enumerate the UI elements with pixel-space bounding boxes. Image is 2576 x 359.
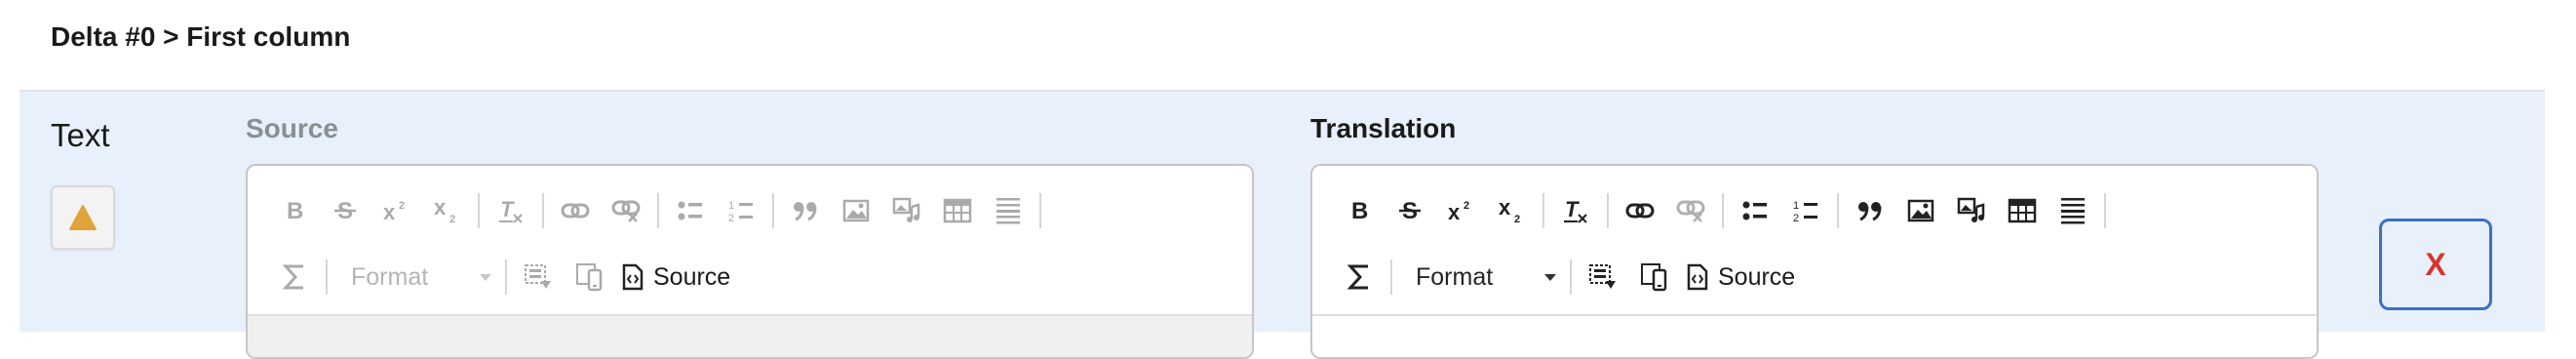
source-mode-button[interactable]: Source: [1679, 256, 1803, 299]
svg-text:2: 2: [1464, 200, 1469, 212]
source-icon: [622, 263, 644, 291]
source-mode-label: Source: [1718, 262, 1796, 291]
horizontal-rule-icon: [983, 185, 1034, 236]
svg-text:2: 2: [728, 213, 734, 224]
show-blocks-icon: [513, 252, 564, 302]
format-dropdown-label: Format: [351, 262, 429, 291]
svg-text:2: 2: [1514, 214, 1520, 224]
toolbar-separator: [1722, 193, 1724, 228]
table-icon[interactable]: [1997, 185, 2048, 236]
warning-button[interactable]: [51, 185, 115, 250]
media-icon: [881, 185, 932, 236]
table-icon: [932, 185, 983, 236]
remove-format-icon[interactable]: T: [1550, 185, 1601, 236]
numbered-list-icon[interactable]: 12: [1780, 185, 1831, 236]
bold-icon[interactable]: B: [1334, 185, 1385, 236]
numbered-list-icon: 12: [716, 185, 766, 236]
mobile-preview-icon: [564, 252, 614, 302]
mobile-preview-icon[interactable]: [1628, 252, 1679, 302]
show-blocks-icon[interactable]: [1578, 252, 1628, 302]
unlink-icon: [1665, 185, 1716, 236]
translation-content-area[interactable]: [1312, 314, 2317, 357]
sigma-icon: [269, 252, 320, 302]
image-icon[interactable]: [1895, 185, 1946, 236]
link-icon[interactable]: [1615, 185, 1665, 236]
svg-text:2: 2: [449, 214, 455, 224]
toolbar-separator: [1570, 259, 1572, 295]
field-label: Text: [51, 117, 110, 153]
source-column-label: Source: [246, 113, 338, 143]
format-dropdown-label: Format: [1416, 262, 1494, 291]
unlink-icon: [601, 185, 651, 236]
source-toolbar: B S x2 x2 T 12 Format Source: [248, 166, 1252, 312]
svg-text:x: x: [1499, 197, 1511, 219]
source-mode-label: Source: [653, 262, 731, 291]
translation-toolbar: B S x2 x2 T 12 Format Source: [1312, 166, 2317, 312]
chevron-down-icon: [1544, 273, 1556, 281]
svg-text:x: x: [383, 200, 396, 223]
toolbar-separator: [542, 193, 544, 228]
toolbar-separator: [326, 259, 328, 295]
source-editor: B S x2 x2 T 12 Format Source: [246, 164, 1254, 359]
warning-triangle-icon: [69, 205, 97, 230]
link-icon: [550, 185, 601, 236]
subscript-icon[interactable]: x2: [1486, 185, 1537, 236]
subscript-icon: x2: [421, 185, 472, 236]
svg-text:2: 2: [399, 200, 405, 212]
bulleted-list-icon[interactable]: [1730, 185, 1780, 236]
toolbar-separator: [1039, 193, 1041, 228]
toolbar-separator: [1390, 259, 1392, 295]
source-mode-button: Source: [614, 256, 738, 299]
source-content-area: [248, 314, 1252, 357]
remove-button[interactable]: X: [2379, 219, 2492, 310]
bulleted-list-icon: [665, 185, 716, 236]
format-dropdown: Format: [333, 256, 499, 299]
media-icon[interactable]: [1946, 185, 1997, 236]
toolbar-separator: [1542, 193, 1544, 228]
translation-editor: B S x2 x2 T 12 Format Source: [1310, 164, 2319, 359]
svg-text:x: x: [434, 197, 447, 219]
chevron-down-icon: [480, 273, 491, 281]
bold-icon: B: [269, 185, 320, 236]
toolbar-separator: [2104, 193, 2106, 228]
toolbar-separator: [505, 259, 507, 295]
horizontal-rule-icon[interactable]: [2048, 185, 2098, 236]
svg-text:T: T: [500, 197, 515, 221]
sigma-icon[interactable]: [1334, 252, 1385, 302]
remove-format-icon: T: [486, 185, 536, 236]
breadcrumb: Delta #0 > First column: [51, 21, 351, 52]
svg-text:x: x: [1448, 200, 1461, 223]
superscript-icon[interactable]: x2: [1435, 185, 1486, 236]
image-icon: [831, 185, 881, 236]
translation-column-label: Translation: [1310, 113, 1457, 143]
format-dropdown[interactable]: Format: [1398, 256, 1564, 299]
toolbar-separator: [478, 193, 480, 228]
svg-text:2: 2: [1793, 213, 1799, 224]
blockquote-icon[interactable]: [1845, 185, 1895, 236]
strikethrough-icon[interactable]: S: [1385, 185, 1435, 236]
toolbar-separator: [657, 193, 659, 228]
svg-text:B: B: [1351, 198, 1368, 223]
strikethrough-icon: S: [320, 185, 371, 236]
superscript-icon: x2: [371, 185, 421, 236]
svg-text:1: 1: [1793, 200, 1799, 212]
svg-text:B: B: [287, 198, 303, 223]
blockquote-icon: [780, 185, 831, 236]
toolbar-separator: [1607, 193, 1609, 228]
svg-text:T: T: [1565, 197, 1580, 221]
svg-text:1: 1: [728, 200, 734, 212]
toolbar-separator: [1837, 193, 1839, 228]
toolbar-separator: [772, 193, 774, 228]
source-icon: [1687, 263, 1708, 291]
